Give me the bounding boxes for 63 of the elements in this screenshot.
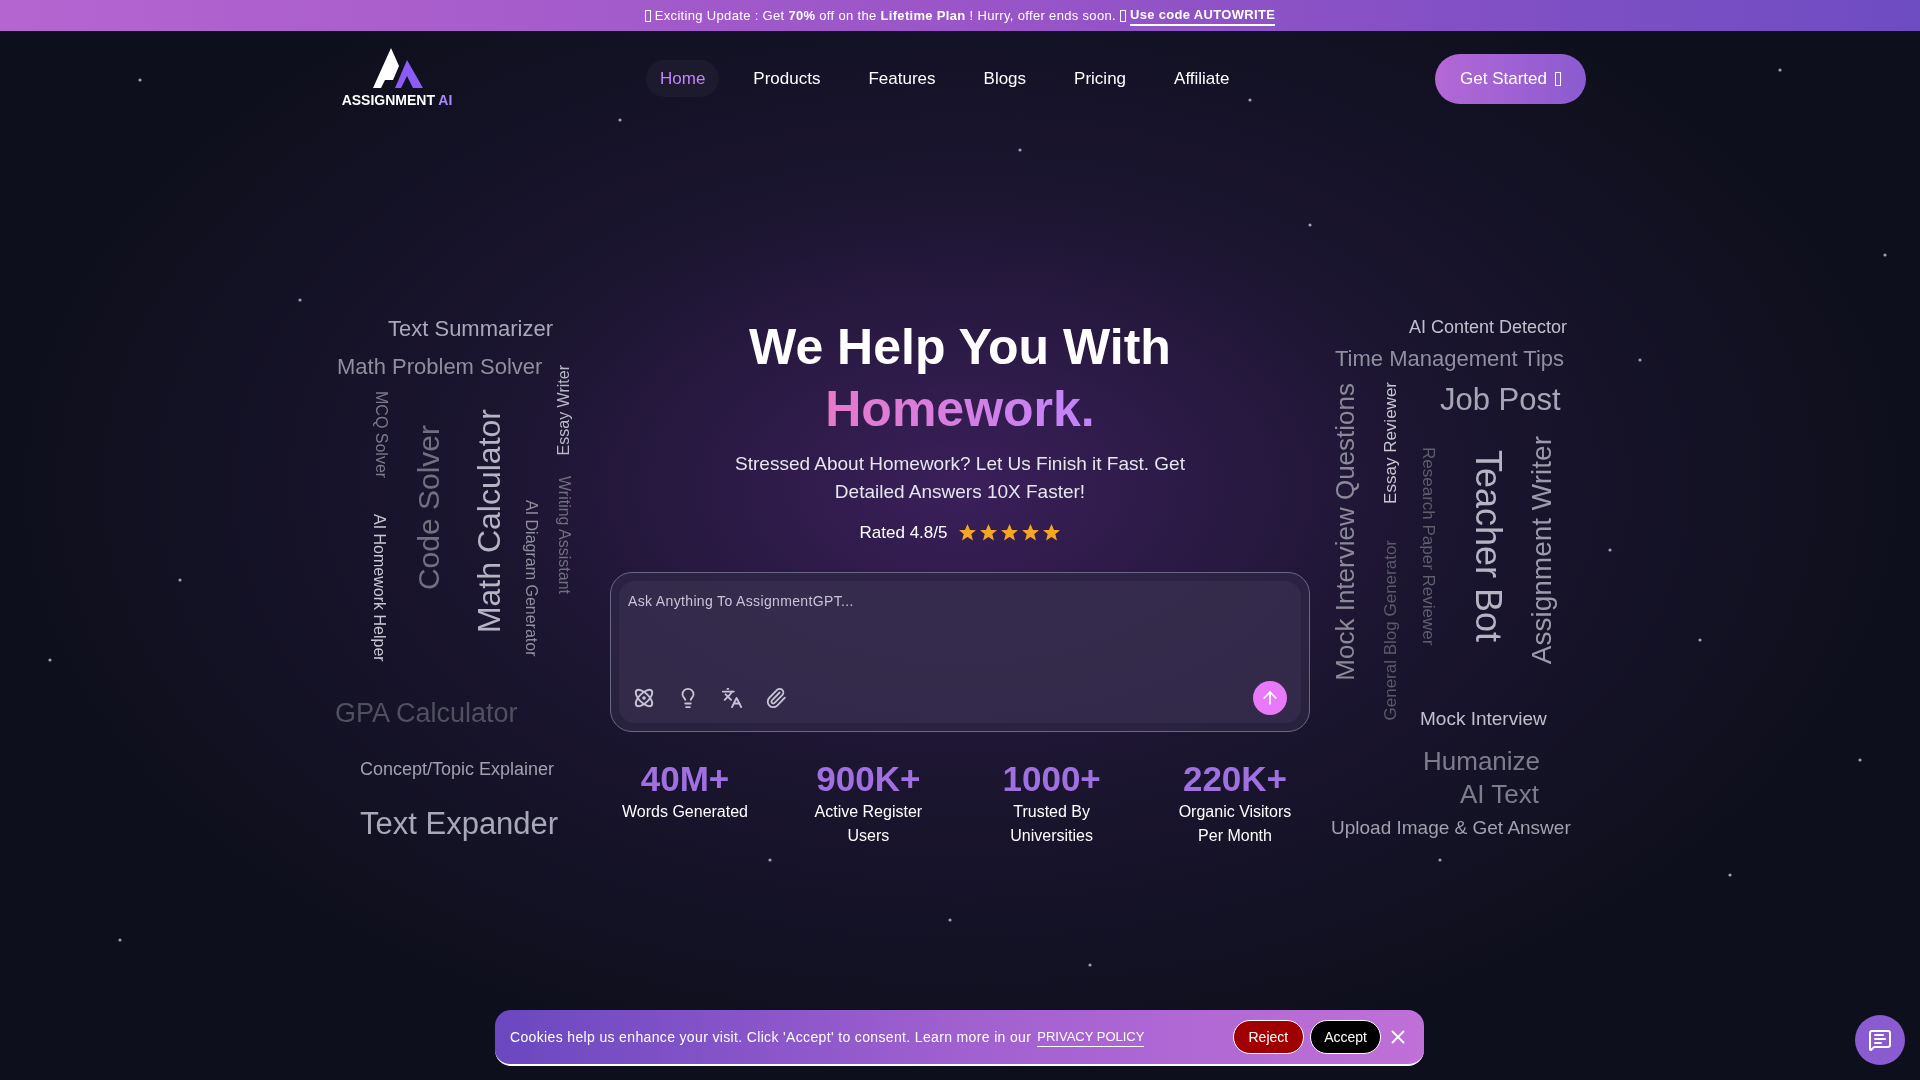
rating-text: Rated 4.8/5 (859, 522, 948, 544)
atom-icon[interactable] (633, 686, 655, 709)
stat-value: 220K+ (1182, 757, 1288, 800)
cloud-word: Job Post (1440, 384, 1561, 415)
stat-value: 40M+ (640, 757, 730, 800)
cookie-text: Cookies help us enhance your visit. Click 'Accept' to consent. Learn more in our (510, 1027, 1032, 1047)
star-icon (980, 524, 998, 542)
cloud-word: Assignment Writer (1528, 436, 1556, 665)
nav-link[interactable]: Features (854, 59, 950, 98)
star-icon (959, 524, 977, 542)
translate-icon[interactable] (721, 686, 743, 709)
cloud-word: Upload Image & Get Answer (1331, 818, 1571, 837)
paperclip-icon[interactable] (765, 686, 787, 709)
cloud-word: Essay Reviewer (1382, 382, 1399, 504)
cloud-word: Code Solver (414, 425, 444, 591)
cloud-word: Humanize (1423, 748, 1541, 774)
stat-label: Organic Visitors Per Month (1177, 801, 1293, 846)
cloud-word: Essay Writer (556, 365, 572, 456)
stat-label: Words Generated (621, 801, 749, 822)
cloud-word: AI Homework Helper (371, 514, 387, 662)
nav-link[interactable]: Products (739, 59, 835, 98)
cloud-word: Time Management Tips (1335, 348, 1565, 370)
cloud-word: Text Summarizer (388, 318, 554, 340)
star-icon (1001, 524, 1019, 542)
cloud-word: Math Calculator (473, 409, 505, 634)
send-button[interactable] (1253, 680, 1287, 715)
cloud-word: GPA Calculator (335, 700, 518, 727)
logo-text: ASSIGNMENT AI (341, 91, 453, 110)
hero-title: We Help You With (749, 318, 1171, 377)
privacy-policy-link[interactable]: PRIVACY POLICY (1037, 1026, 1145, 1048)
promo-code-link[interactable]: Use code AUTOWRITE (1129, 4, 1276, 27)
stat-value: 1000+ (1002, 757, 1101, 800)
cloud-word: AI Diagram Generator (523, 500, 539, 657)
cloud-word: Mock Interview (1420, 709, 1547, 728)
cloud-word: AI Content Detector (1409, 318, 1568, 336)
logo[interactable]: ASSIGNMENT AI (334, 46, 460, 111)
cloud-word: MCQ Solver (373, 391, 389, 479)
stat-label: Trusted By Universities (1009, 801, 1094, 846)
cloud-word: Teacher Bot (1470, 450, 1506, 643)
cloud-word: AI Text (1460, 781, 1539, 807)
stat-value: 900K+ (816, 757, 921, 800)
nav-link[interactable]: Affiliate (1160, 59, 1244, 98)
chat-icon (1868, 1028, 1892, 1052)
nav-link[interactable]: Home (646, 59, 720, 98)
cloud-word: General Blog Generator (1382, 540, 1399, 721)
banner-text: Exciting Update : Get 70% off on the Lifetime Plan ! Hurry, offer ends soon. (654, 6, 1116, 25)
cloud-word: Math Problem Solver (337, 356, 543, 378)
chat-button[interactable] (1855, 1015, 1905, 1065)
star-icon (1043, 524, 1061, 542)
cloud-word: Concept/Topic Explainer (360, 760, 555, 778)
cloud-word: Text Expander (360, 808, 559, 839)
stat-label: Active Register Users (813, 801, 924, 846)
ask-input[interactable]: Ask Anything To AssignmentGPT... (619, 580, 1301, 681)
cloud-word: Research Paper Reviewer (1420, 447, 1437, 646)
reject-button[interactable]: Reject (1232, 1020, 1305, 1054)
accept-button[interactable]: Accept (1310, 1020, 1381, 1054)
get-started-button[interactable]: Get Started (1435, 53, 1586, 104)
hero-subtitle: Stressed About Homework? Let Us Finish it Fast. Get Detailed Answers 10X Faster! (734, 452, 1186, 504)
nav-link[interactable]: Blogs (969, 59, 1041, 98)
cloud-word: Writing Assistant (556, 476, 572, 594)
star-icon (1022, 524, 1040, 542)
nav-link[interactable]: Pricing (1060, 59, 1141, 98)
cloud-word: Mock Interview Questions (1332, 383, 1358, 681)
